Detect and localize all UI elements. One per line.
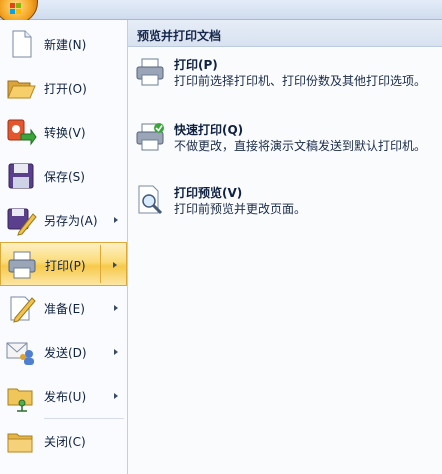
menu-item-save-as-label: 另存为(A) <box>44 214 98 228</box>
publish-icon <box>7 388 33 412</box>
submenu-arrow-icon <box>114 305 118 311</box>
menu-item-open-label: 打开(O) <box>44 82 87 96</box>
split-divider <box>100 245 101 283</box>
submenu-arrow-icon <box>114 393 118 399</box>
menu-item-save[interactable]: 保存(S) <box>0 154 127 198</box>
convert-icon <box>7 119 37 146</box>
menu-item-close-label: 关闭(C) <box>44 435 86 449</box>
panel-header: 预览并打印文档 <box>128 20 442 47</box>
menu-item-prepare-label: 准备(E) <box>44 302 85 316</box>
save-as-icon <box>7 208 37 236</box>
menu-item-publish[interactable]: 发布(U) <box>0 374 127 418</box>
title-strip <box>0 0 442 20</box>
menu-item-new-label: 新建(N) <box>44 38 87 52</box>
menu-item-send-label: 发送(D) <box>44 346 87 360</box>
option-quick-print-title: 快速打印(Q) <box>174 123 244 137</box>
menu-item-print-label: 打印(P) <box>45 259 86 273</box>
prepare-icon <box>10 296 36 323</box>
menu-item-send[interactable]: 发送(D) <box>0 330 127 374</box>
option-print[interactable]: 打印(P) 打印前选择打印机、打印份数及其他打印选项。 <box>128 56 442 104</box>
option-print-title: 打印(P) <box>174 58 218 72</box>
submenu-panel: 预览并打印文档 打印(P) 打印前选择打印机、打印份数及其他打印选项。 快速打印… <box>128 20 442 474</box>
printer-icon <box>8 251 36 279</box>
menu-item-save-as[interactable]: 另存为(A) <box>0 198 127 242</box>
menu-item-open[interactable]: 打开(O) <box>0 66 127 110</box>
panel-title: 预览并打印文档 <box>137 29 222 43</box>
menu-item-publish-label: 发布(U) <box>44 390 87 404</box>
new-document-icon <box>12 30 32 58</box>
option-print-preview-title: 打印预览(V) <box>174 186 243 200</box>
option-print-desc: 打印前选择打印机、打印份数及其他打印选项。 <box>174 74 427 88</box>
menu-item-save-label: 保存(S) <box>44 170 85 184</box>
menu-item-prepare[interactable]: 准备(E) <box>0 286 127 330</box>
print-preview-icon <box>138 185 163 215</box>
submenu-arrow-icon[interactable] <box>113 262 117 268</box>
submenu-arrow-icon <box>114 217 118 223</box>
menu-item-print[interactable]: 打印(P) <box>0 242 127 286</box>
close-folder-icon <box>7 433 33 453</box>
menu-item-new[interactable]: 新建(N) <box>0 22 127 66</box>
quick-print-icon <box>136 123 164 151</box>
option-print-preview[interactable]: 打印预览(V) 打印前预览并更改页面。 <box>128 184 442 224</box>
office-logo-icon <box>10 3 21 14</box>
menu-item-convert-label: 转换(V) <box>44 126 86 140</box>
option-print-preview-desc: 打印前预览并更改页面。 <box>174 202 307 216</box>
option-quick-print-desc: 不做更改，直接将演示文稿发送到默认打印机。 <box>174 139 427 153</box>
file-menu: 新建(N) 打开(O) 转换(V) 保存(S) 另存为(A) 打印(P) 准备(… <box>0 20 128 474</box>
menu-item-convert[interactable]: 转换(V) <box>0 110 127 154</box>
send-icon <box>6 342 34 365</box>
submenu-arrow-icon <box>114 349 118 355</box>
option-quick-print[interactable]: 快速打印(Q) 不做更改，直接将演示文稿发送到默认打印机。 <box>128 121 442 169</box>
printer-icon <box>136 58 164 86</box>
menu-item-close[interactable]: 关闭(C) <box>0 419 127 463</box>
save-disk-icon <box>8 163 34 189</box>
open-folder-icon <box>7 80 36 99</box>
